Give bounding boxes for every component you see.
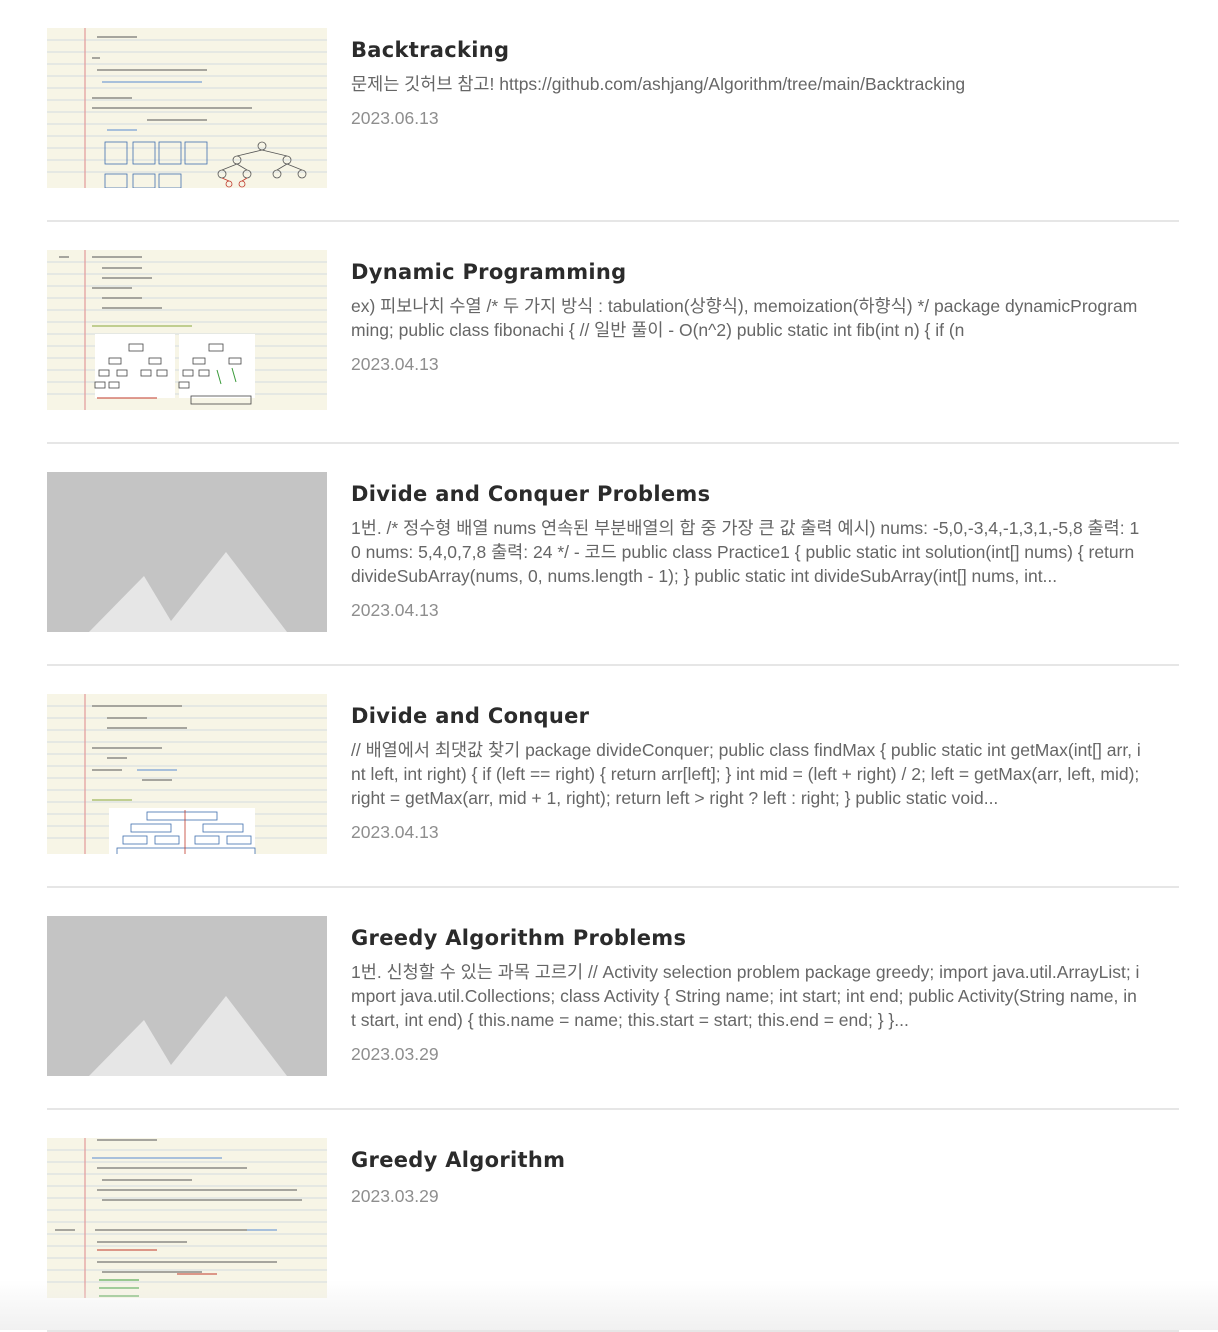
post-date: 2023.04.13 — [351, 600, 439, 620]
post-title[interactable]: Greedy Algorithm Problems — [351, 924, 1141, 952]
notebook-thumbnail-image — [47, 1138, 327, 1298]
post-thumbnail[interactable] — [47, 916, 327, 1076]
post-content: Divide and Conquer Problems 1번. /* 정수형 배… — [351, 480, 1141, 622]
post-date: 2023.06.13 — [351, 108, 439, 128]
post-title[interactable]: Backtracking — [351, 36, 1141, 64]
post-thumbnail[interactable] — [47, 28, 327, 188]
placeholder-image-icon — [47, 916, 327, 1076]
post-content: Backtracking 문제는 깃허브 참고! https://github.… — [351, 36, 1141, 130]
post-date: 2023.03.29 — [351, 1044, 439, 1064]
post-thumbnail[interactable] — [47, 472, 327, 632]
post-title[interactable]: Divide and Conquer — [351, 702, 1141, 730]
post-list: Backtracking 문제는 깃허브 참고! https://github.… — [47, 0, 1179, 1332]
notebook-thumbnail-image — [47, 694, 327, 854]
post-title[interactable]: Dynamic Programming — [351, 258, 1141, 286]
post-card[interactable]: Divide and Conquer Problems 1번. /* 정수형 배… — [47, 444, 1179, 666]
post-card[interactable]: Dynamic Programming ex) 피보나치 수열 /* 두 가지 … — [47, 222, 1179, 444]
post-thumbnail[interactable] — [47, 1138, 327, 1298]
post-content: Greedy Algorithm 2023.03.29 — [351, 1146, 1141, 1208]
post-thumbnail[interactable] — [47, 250, 327, 410]
placeholder-image-icon — [47, 472, 327, 632]
post-content: Divide and Conquer // 배열에서 최댓값 찾기 packag… — [351, 702, 1141, 844]
post-excerpt: ex) 피보나치 수열 /* 두 가지 방식 : tabulation(상향식)… — [351, 296, 1138, 340]
notebook-thumbnail-image — [47, 250, 327, 410]
post-date: 2023.04.13 — [351, 822, 439, 842]
post-content: Dynamic Programming ex) 피보나치 수열 /* 두 가지 … — [351, 258, 1141, 376]
post-excerpt: 1번. 신청할 수 있는 과목 고르기 // Activity selectio… — [351, 962, 1140, 1030]
post-content: Greedy Algorithm Problems 1번. 신청할 수 있는 과… — [351, 924, 1141, 1066]
post-date: 2023.03.29 — [351, 1186, 439, 1206]
post-card[interactable]: Greedy Algorithm Problems 1번. 신청할 수 있는 과… — [47, 888, 1179, 1110]
notebook-thumbnail-image — [47, 28, 327, 188]
post-card[interactable]: Divide and Conquer // 배열에서 최댓값 찾기 packag… — [47, 666, 1179, 888]
post-thumbnail[interactable] — [47, 694, 327, 854]
post-card[interactable]: Greedy Algorithm 2023.03.29 — [47, 1110, 1179, 1332]
post-title[interactable]: Divide and Conquer Problems — [351, 480, 1141, 508]
post-date: 2023.04.13 — [351, 354, 439, 374]
post-excerpt: 1번. /* 정수형 배열 nums 연속된 부분배열의 합 중 가장 큰 값 … — [351, 518, 1140, 586]
post-excerpt: 문제는 깃허브 참고! https://github.com/ashjang/A… — [351, 74, 966, 94]
post-card[interactable]: Backtracking 문제는 깃허브 참고! https://github.… — [47, 0, 1179, 222]
post-excerpt: // 배열에서 최댓값 찾기 package divideConquer; pu… — [351, 740, 1141, 808]
post-title[interactable]: Greedy Algorithm — [351, 1146, 1141, 1174]
